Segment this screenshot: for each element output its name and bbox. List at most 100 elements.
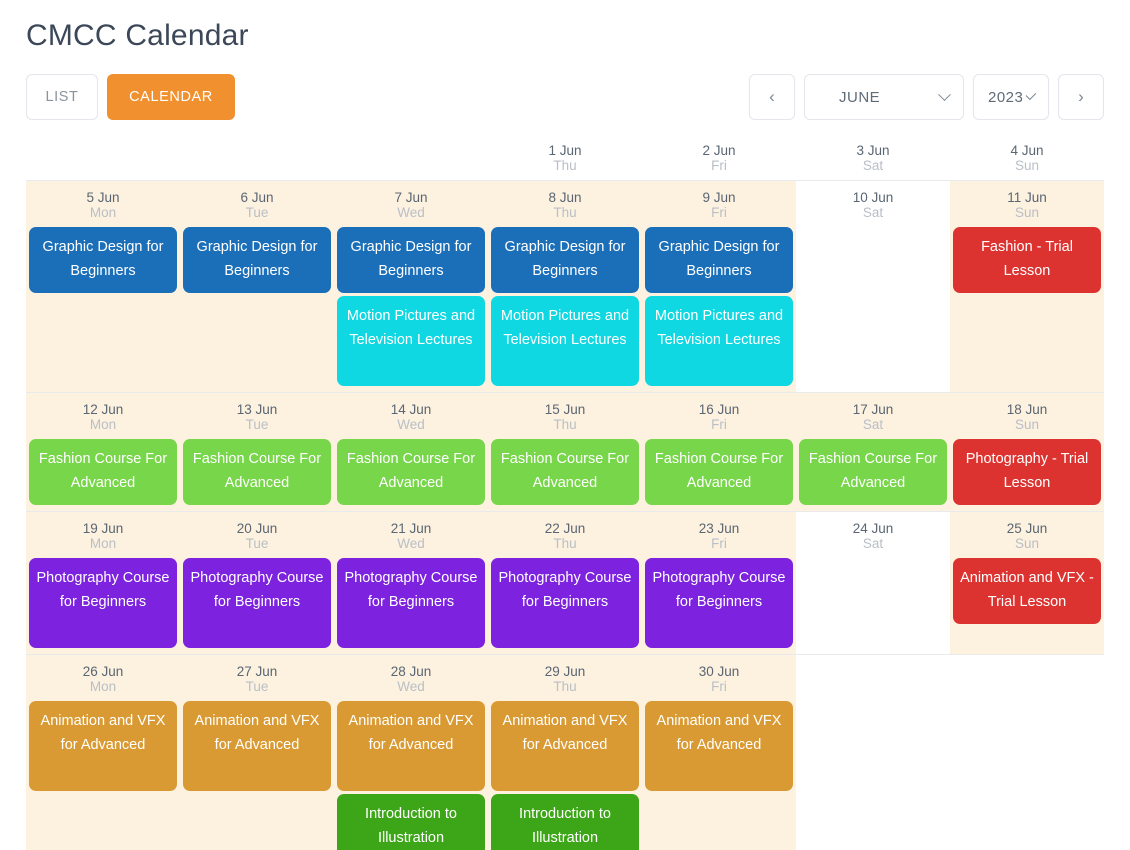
year-select[interactable]: 2023 xyxy=(973,74,1049,120)
calendar-event[interactable]: Fashion Course For Advanced xyxy=(337,439,485,505)
calendar-day-cell[interactable]: 28 Jun Wed Animation and VFX for Advanced I… xyxy=(334,655,488,850)
day-weekday: Wed xyxy=(397,205,425,220)
calendar-event[interactable]: Introduction to Illustration xyxy=(337,794,485,850)
month-select[interactable]: JUNE xyxy=(804,74,964,120)
day-weekday: Sun xyxy=(1014,205,1040,220)
day-header: 14 Jun Wed xyxy=(337,393,485,432)
calendar-event[interactable]: Graphic Design for Beginners xyxy=(491,227,639,293)
calendar-day-cell[interactable]: 17 Jun Sat Fashion Course For Advanced xyxy=(796,393,950,511)
calendar-day-cell[interactable]: 18 Jun Sun Photography - Trial Lesson xyxy=(950,393,1104,511)
day-events: Photography Course for Beginners xyxy=(29,558,177,648)
day-header: 15 Jun Thu xyxy=(491,393,639,432)
calendar-day-cell[interactable]: 26 Jun Mon Animation and VFX for Advanced xyxy=(26,655,180,850)
calendar-day-cell[interactable]: 1 Jun Thu xyxy=(488,134,642,180)
calendar-event[interactable]: Fashion Course For Advanced xyxy=(183,439,331,505)
calendar-event[interactable]: Graphic Design for Beginners xyxy=(337,227,485,293)
calendar-day-cell[interactable]: 19 Jun Mon Photography Course for Beginner… xyxy=(26,512,180,654)
calendar-day-cell[interactable]: 10 Jun Sat xyxy=(796,181,950,392)
calendar-event[interactable]: Graphic Design for Beginners xyxy=(183,227,331,293)
day-events: Graphic Design for Beginners Motion Pictu… xyxy=(491,227,639,386)
calendar-empty-cell xyxy=(950,655,1104,850)
calendar-event[interactable]: Animation and VFX for Advanced xyxy=(183,701,331,791)
day-header: 26 Jun Mon xyxy=(29,655,177,694)
month-select-value: JUNE xyxy=(839,88,881,106)
calendar-day-cell[interactable]: 29 Jun Thu Animation and VFX for Advanced I… xyxy=(488,655,642,850)
day-events: Animation and VFX for Advanced xyxy=(645,701,793,791)
calendar-event[interactable]: Fashion Course For Advanced xyxy=(29,439,177,505)
day-weekday: Tue xyxy=(245,536,269,551)
day-header: 3 Jun Sat xyxy=(799,134,947,173)
calendar-day-cell[interactable]: 22 Jun Thu Photography Course for Beginner… xyxy=(488,512,642,654)
list-view-button[interactable]: LIST xyxy=(26,74,98,120)
calendar-event[interactable]: Photography - Trial Lesson xyxy=(953,439,1101,505)
calendar-day-cell[interactable]: 12 Jun Mon Fashion Course For Advanced xyxy=(26,393,180,511)
next-month-button[interactable]: › xyxy=(1058,74,1104,120)
calendar-event[interactable]: Graphic Design for Beginners xyxy=(645,227,793,293)
calendar-day-cell[interactable]: 3 Jun Sat xyxy=(796,134,950,180)
calendar-empty-cell xyxy=(26,134,180,180)
calendar-day-cell[interactable]: 30 Jun Fri Animation and VFX for Advanced xyxy=(642,655,796,850)
calendar-day-cell[interactable]: 2 Jun Fri xyxy=(642,134,796,180)
calendar-event[interactable]: Animation and VFX for Advanced xyxy=(645,701,793,791)
calendar-week-row: 26 Jun Mon Animation and VFX for Advanced 2… xyxy=(26,655,1104,850)
calendar-event[interactable]: Fashion Course For Advanced xyxy=(645,439,793,505)
page-title: CMCC Calendar xyxy=(26,19,249,52)
calendar-day-cell[interactable]: 6 Jun Tue Graphic Design for Beginners xyxy=(180,181,334,392)
day-weekday: Sat xyxy=(862,417,884,432)
day-number: 10 Jun xyxy=(852,190,894,205)
day-header: 13 Jun Tue xyxy=(183,393,331,432)
calendar-day-cell[interactable]: 7 Jun Wed Graphic Design for Beginners Moti… xyxy=(334,181,488,392)
day-number: 30 Jun xyxy=(698,664,740,679)
calendar-day-cell[interactable]: 5 Jun Mon Graphic Design for Beginners xyxy=(26,181,180,392)
day-number: 21 Jun xyxy=(390,521,432,536)
calendar-event[interactable]: Photography Course for Beginners xyxy=(337,558,485,648)
day-weekday: Sat xyxy=(862,158,884,173)
day-header: 19 Jun Mon xyxy=(29,512,177,551)
calendar-event[interactable]: Photography Course for Beginners xyxy=(29,558,177,648)
calendar-day-cell[interactable]: 24 Jun Sat xyxy=(796,512,950,654)
calendar-day-cell[interactable]: 15 Jun Thu Fashion Course For Advanced xyxy=(488,393,642,511)
day-weekday: Fri xyxy=(711,158,727,173)
day-number: 19 Jun xyxy=(82,521,124,536)
calendar-event[interactable]: Fashion - Trial Lesson xyxy=(953,227,1101,293)
calendar-view-button[interactable]: CALENDAR xyxy=(107,74,235,120)
day-number: 7 Jun xyxy=(394,190,428,205)
day-number: 17 Jun xyxy=(852,402,894,417)
calendar-event[interactable]: Fashion Course For Advanced xyxy=(799,439,947,505)
calendar-event[interactable]: Animation and VFX for Advanced xyxy=(29,701,177,791)
calendar-day-cell[interactable]: 23 Jun Fri Photography Course for Beginner… xyxy=(642,512,796,654)
day-events: Photography Course for Beginners xyxy=(645,558,793,648)
calendar-day-cell[interactable]: 9 Jun Fri Graphic Design for Beginners Moti… xyxy=(642,181,796,392)
calendar-event[interactable]: Animation and VFX for Advanced xyxy=(491,701,639,791)
day-events: Graphic Design for Beginners Motion Pictu… xyxy=(337,227,485,386)
day-weekday: Sun xyxy=(1014,536,1040,551)
day-header: 28 Jun Wed xyxy=(337,655,485,694)
calendar-event[interactable]: Photography Course for Beginners xyxy=(645,558,793,648)
previous-month-button[interactable]: ‹ xyxy=(749,74,795,120)
calendar-event[interactable]: Animation and VFX - Trial Lesson xyxy=(953,558,1101,624)
calendar-event[interactable]: Motion Pictures and Television Lectures xyxy=(491,296,639,386)
day-header: 4 Jun Sun xyxy=(953,134,1101,173)
calendar-event[interactable]: Introduction to Illustration xyxy=(491,794,639,850)
day-number: 16 Jun xyxy=(698,402,740,417)
calendar-day-cell[interactable]: 4 Jun Sun xyxy=(950,134,1104,180)
calendar-event[interactable]: Graphic Design for Beginners xyxy=(29,227,177,293)
calendar-day-cell[interactable]: 13 Jun Tue Fashion Course For Advanced xyxy=(180,393,334,511)
calendar-day-cell[interactable]: 21 Jun Wed Photography Course for Beginner… xyxy=(334,512,488,654)
day-weekday: Tue xyxy=(245,205,269,220)
calendar-event[interactable]: Motion Pictures and Television Lectures xyxy=(337,296,485,386)
calendar-day-cell[interactable]: 16 Jun Fri Fashion Course For Advanced xyxy=(642,393,796,511)
day-events: Fashion Course For Advanced xyxy=(29,439,177,505)
calendar-day-cell[interactable]: 20 Jun Tue Photography Course for Beginner… xyxy=(180,512,334,654)
calendar-day-cell[interactable]: 11 Jun Sun Fashion - Trial Lesson xyxy=(950,181,1104,392)
day-number: 23 Jun xyxy=(698,521,740,536)
calendar-day-cell[interactable]: 25 Jun Sun Animation and VFX - Trial Lesso… xyxy=(950,512,1104,654)
calendar-day-cell[interactable]: 8 Jun Thu Graphic Design for Beginners Moti… xyxy=(488,181,642,392)
calendar-event[interactable]: Motion Pictures and Television Lectures xyxy=(645,296,793,386)
calendar-day-cell[interactable]: 27 Jun Tue Animation and VFX for Advanced xyxy=(180,655,334,850)
calendar-event[interactable]: Animation and VFX for Advanced xyxy=(337,701,485,791)
calendar-event[interactable]: Fashion Course For Advanced xyxy=(491,439,639,505)
calendar-event[interactable]: Photography Course for Beginners xyxy=(491,558,639,648)
calendar-day-cell[interactable]: 14 Jun Wed Fashion Course For Advanced xyxy=(334,393,488,511)
calendar-event[interactable]: Photography Course for Beginners xyxy=(183,558,331,648)
